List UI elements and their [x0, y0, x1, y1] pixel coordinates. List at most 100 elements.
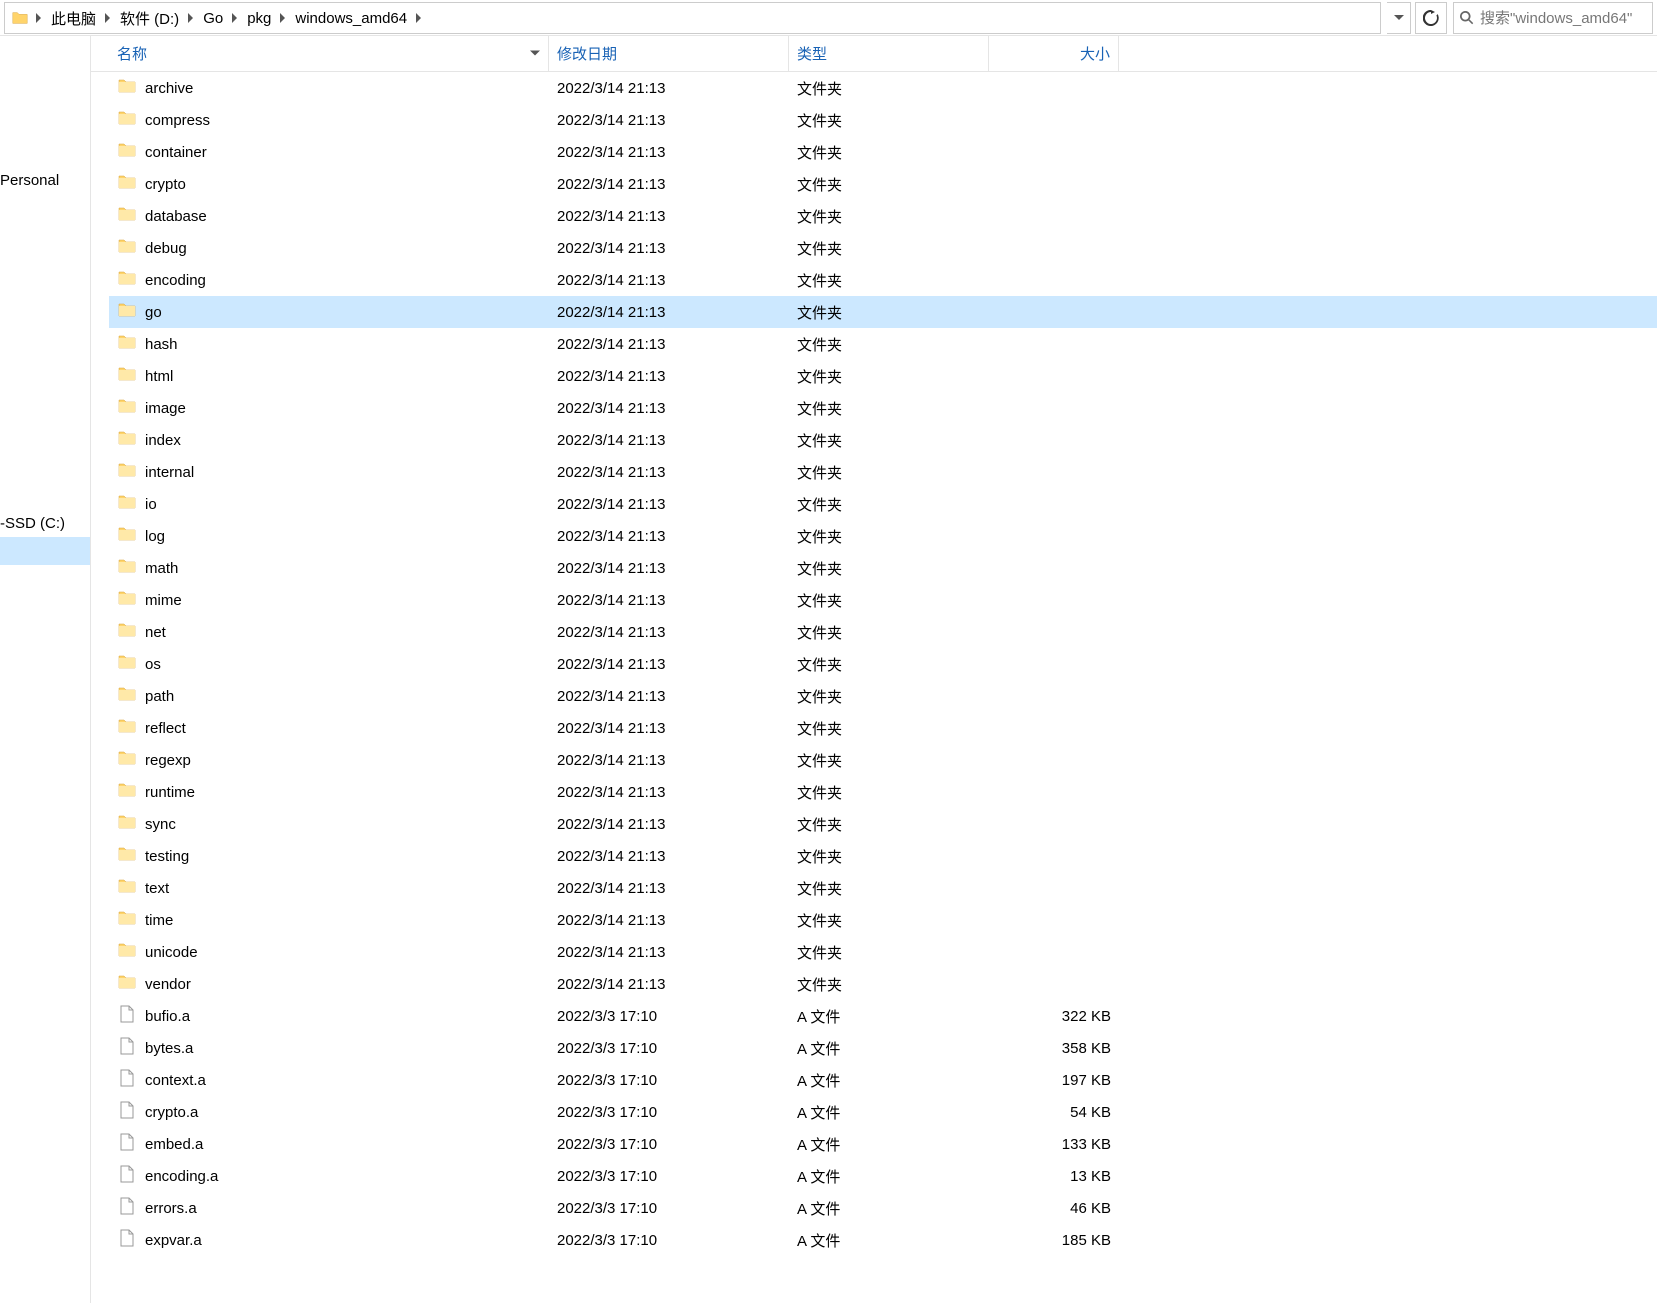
- column-header-name[interactable]: 名称: [109, 36, 549, 71]
- file-name: regexp: [145, 752, 191, 769]
- folder-icon: [117, 908, 137, 932]
- file-row[interactable]: compress2022/3/14 21:13文件夹: [109, 104, 1657, 136]
- file-name: io: [145, 496, 157, 513]
- search-input[interactable]: [1480, 10, 1646, 27]
- file-date: 2022/3/3 17:10: [549, 1064, 789, 1096]
- nav-item-ssd-c[interactable]: -SSD (C:): [0, 509, 90, 537]
- file-size: [989, 104, 1119, 136]
- file-row[interactable]: unicode2022/3/14 21:13文件夹: [109, 936, 1657, 968]
- nav-item-personal[interactable]: Personal: [0, 166, 90, 194]
- file-row[interactable]: bytes.a2022/3/3 17:10A 文件358 KB: [109, 1032, 1657, 1064]
- file-row[interactable]: mime2022/3/14 21:13文件夹: [109, 584, 1657, 616]
- file-row[interactable]: time2022/3/14 21:13文件夹: [109, 904, 1657, 936]
- chevron-right-icon[interactable]: [413, 13, 425, 23]
- navigation-pane[interactable]: Personal -SSD (C:): [0, 36, 91, 1303]
- chevron-right-icon[interactable]: [33, 13, 45, 23]
- folder-icon: [117, 364, 137, 388]
- file-row[interactable]: log2022/3/14 21:13文件夹: [109, 520, 1657, 552]
- file-icon: [117, 1036, 137, 1060]
- file-name: path: [145, 688, 174, 705]
- file-type: A 文件: [789, 1192, 989, 1224]
- folder-icon: [117, 428, 137, 452]
- file-type: 文件夹: [789, 840, 989, 872]
- file-row[interactable]: regexp2022/3/14 21:13文件夹: [109, 744, 1657, 776]
- file-name: errors.a: [145, 1200, 197, 1217]
- file-size: [989, 936, 1119, 968]
- file-type: 文件夹: [789, 424, 989, 456]
- nav-item-selected[interactable]: [0, 537, 90, 565]
- file-row[interactable]: sync2022/3/14 21:13文件夹: [109, 808, 1657, 840]
- file-row[interactable]: expvar.a2022/3/3 17:10A 文件185 KB: [109, 1224, 1657, 1256]
- file-row[interactable]: io2022/3/14 21:13文件夹: [109, 488, 1657, 520]
- file-row[interactable]: path2022/3/14 21:13文件夹: [109, 680, 1657, 712]
- file-date: 2022/3/14 21:13: [549, 744, 789, 776]
- file-row[interactable]: archive2022/3/14 21:13文件夹: [109, 72, 1657, 104]
- file-name: log: [145, 528, 165, 545]
- file-row[interactable]: go2022/3/14 21:13文件夹: [109, 296, 1657, 328]
- file-size: [989, 808, 1119, 840]
- file-date: 2022/3/14 21:13: [549, 776, 789, 808]
- file-row[interactable]: encoding2022/3/14 21:13文件夹: [109, 264, 1657, 296]
- file-date: 2022/3/14 21:13: [549, 392, 789, 424]
- file-row[interactable]: context.a2022/3/3 17:10A 文件197 KB: [109, 1064, 1657, 1096]
- file-row[interactable]: debug2022/3/14 21:13文件夹: [109, 232, 1657, 264]
- breadcrumb-segment[interactable]: Go: [197, 3, 229, 33]
- file-type: 文件夹: [789, 904, 989, 936]
- folder-icon: [117, 684, 137, 708]
- file-row[interactable]: image2022/3/14 21:13文件夹: [109, 392, 1657, 424]
- chevron-right-icon[interactable]: [185, 13, 197, 23]
- chevron-right-icon[interactable]: [277, 13, 289, 23]
- search-box[interactable]: [1453, 2, 1653, 34]
- file-row[interactable]: index2022/3/14 21:13文件夹: [109, 424, 1657, 456]
- folder-icon: [117, 972, 137, 996]
- breadcrumb-segment[interactable]: 此电脑: [45, 3, 102, 33]
- column-header-size[interactable]: 大小: [989, 36, 1119, 71]
- file-row[interactable]: os2022/3/14 21:13文件夹: [109, 648, 1657, 680]
- file-type: 文件夹: [789, 296, 989, 328]
- breadcrumb-segment[interactable]: pkg: [241, 3, 277, 33]
- breadcrumb-segment[interactable]: windows_amd64: [289, 3, 413, 33]
- chevron-right-icon[interactable]: [102, 13, 114, 23]
- file-row[interactable]: reflect2022/3/14 21:13文件夹: [109, 712, 1657, 744]
- file-name: vendor: [145, 976, 191, 993]
- file-row[interactable]: math2022/3/14 21:13文件夹: [109, 552, 1657, 584]
- file-row[interactable]: bufio.a2022/3/3 17:10A 文件322 KB: [109, 1000, 1657, 1032]
- refresh-button[interactable]: [1415, 2, 1447, 34]
- address-dropdown-button[interactable]: [1387, 2, 1411, 34]
- breadcrumb-segment[interactable]: 软件 (D:): [114, 3, 185, 33]
- breadcrumb[interactable]: 此电脑软件 (D:) Gopkg windows_amd64: [4, 2, 1381, 34]
- column-header-type[interactable]: 类型: [789, 36, 989, 71]
- folder-icon: [117, 556, 137, 580]
- file-row[interactable]: database2022/3/14 21:13文件夹: [109, 200, 1657, 232]
- folder-icon: [117, 140, 137, 164]
- file-name: image: [145, 400, 186, 417]
- file-row[interactable]: html2022/3/14 21:13文件夹: [109, 360, 1657, 392]
- file-type: 文件夹: [789, 712, 989, 744]
- file-name: container: [145, 144, 207, 161]
- chevron-right-icon[interactable]: [229, 13, 241, 23]
- file-row[interactable]: testing2022/3/14 21:13文件夹: [109, 840, 1657, 872]
- file-row[interactable]: errors.a2022/3/3 17:10A 文件46 KB: [109, 1192, 1657, 1224]
- file-row[interactable]: runtime2022/3/14 21:13文件夹: [109, 776, 1657, 808]
- file-type: 文件夹: [789, 456, 989, 488]
- file-name: testing: [145, 848, 189, 865]
- file-row[interactable]: crypto2022/3/14 21:13文件夹: [109, 168, 1657, 200]
- file-row[interactable]: internal2022/3/14 21:13文件夹: [109, 456, 1657, 488]
- file-row[interactable]: container2022/3/14 21:13文件夹: [109, 136, 1657, 168]
- file-row[interactable]: text2022/3/14 21:13文件夹: [109, 872, 1657, 904]
- file-row[interactable]: hash2022/3/14 21:13文件夹: [109, 328, 1657, 360]
- file-row[interactable]: net2022/3/14 21:13文件夹: [109, 616, 1657, 648]
- file-row[interactable]: embed.a2022/3/3 17:10A 文件133 KB: [109, 1128, 1657, 1160]
- file-list-pane[interactable]: 名称 修改日期 类型 大小 archive2022/3/14 21:13文件夹c…: [91, 36, 1657, 1303]
- file-row[interactable]: vendor2022/3/14 21:13文件夹: [109, 968, 1657, 1000]
- file-type: 文件夹: [789, 552, 989, 584]
- file-name: debug: [145, 240, 187, 257]
- file-name: context.a: [145, 1072, 206, 1089]
- file-row[interactable]: crypto.a2022/3/3 17:10A 文件54 KB: [109, 1096, 1657, 1128]
- column-header-date[interactable]: 修改日期: [549, 36, 789, 71]
- file-date: 2022/3/14 21:13: [549, 680, 789, 712]
- file-type: 文件夹: [789, 584, 989, 616]
- file-row[interactable]: encoding.a2022/3/3 17:10A 文件13 KB: [109, 1160, 1657, 1192]
- folder-icon: [117, 844, 137, 868]
- file-name: encoding: [145, 272, 206, 289]
